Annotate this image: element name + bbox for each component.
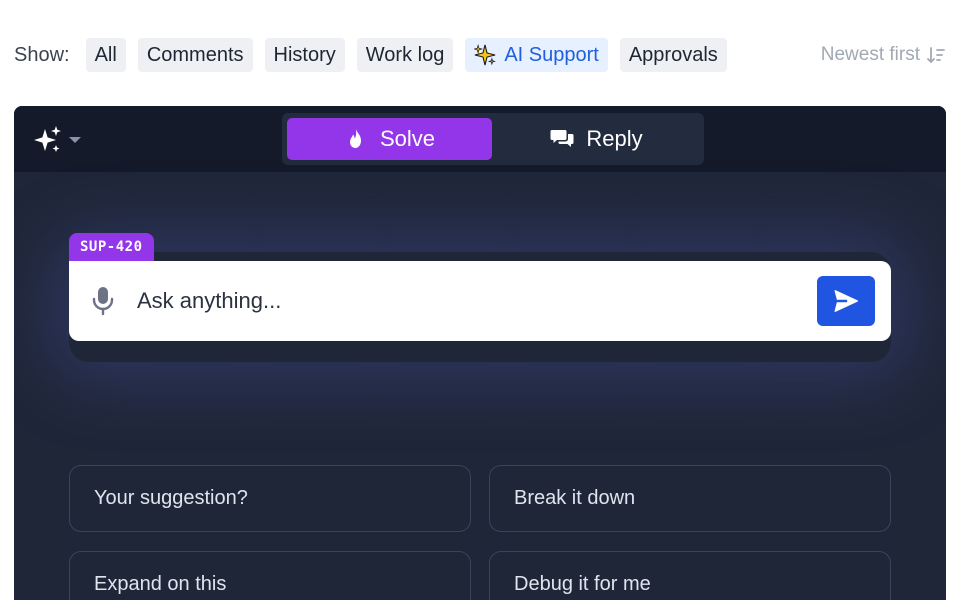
filter-chip-all[interactable]: All (85, 38, 126, 72)
ai-support-panel: Solve Reply SUP-420 Ask anything... Your… (14, 106, 946, 600)
reply-mode-button[interactable]: Reply (494, 118, 699, 160)
suggestion-button[interactable]: Debug it for me (489, 551, 891, 600)
filter-chip-label: Approvals (628, 43, 718, 66)
ask-box (69, 261, 891, 341)
send-icon (834, 290, 859, 312)
sparkles-icon (34, 126, 61, 152)
ask-input[interactable] (137, 288, 817, 314)
filter-chip-ai-support[interactable]: AI Support (465, 38, 608, 72)
sort-toggle[interactable]: Newest first (821, 44, 946, 66)
flame-icon (349, 129, 361, 148)
mode-toggle: Solve Reply (282, 113, 704, 165)
filter-chip-approvals[interactable]: Approvals (619, 38, 727, 72)
solve-mode-button[interactable]: Solve (287, 118, 492, 160)
suggestion-button[interactable]: Expand on this (69, 551, 471, 600)
filter-chip-history[interactable]: History (264, 38, 345, 72)
chevron-down-icon (69, 137, 81, 143)
panel-header: Solve Reply (14, 106, 946, 172)
ticket-key-tag: SUP-420 (69, 233, 154, 261)
sparkles-icon (474, 44, 497, 66)
sort-descending-icon (927, 47, 945, 64)
filter-chip-label: History (273, 43, 336, 66)
panel-body: SUP-420 Your suggestion? Break it down E… (14, 172, 946, 600)
filter-chip-work-log[interactable]: Work log (356, 38, 454, 72)
show-label: Show: (14, 43, 70, 66)
solve-mode-label: Solve (379, 126, 436, 151)
filter-chip-label: Comments (146, 43, 244, 66)
filter-chip-label: Work log (365, 43, 445, 66)
suggestion-button[interactable]: Break it down (489, 465, 891, 532)
chat-bubbles-icon (550, 130, 574, 147)
sort-label: Newest first (820, 44, 920, 65)
reply-mode-label: Reply (586, 126, 643, 151)
ai-menu-dropdown[interactable] (32, 124, 82, 156)
send-button[interactable] (817, 276, 875, 326)
suggestion-grid: Your suggestion? Break it down Expand on… (69, 465, 891, 600)
filter-chip-label: All (94, 43, 117, 66)
suggestion-button[interactable]: Your suggestion? (69, 465, 471, 532)
microphone-icon[interactable] (91, 286, 115, 316)
filter-chip-comments[interactable]: Comments (137, 38, 253, 72)
activity-filter-bar: Show: All Comments History Work log AI S… (14, 38, 946, 72)
filter-chip-label: AI Support (504, 43, 599, 66)
